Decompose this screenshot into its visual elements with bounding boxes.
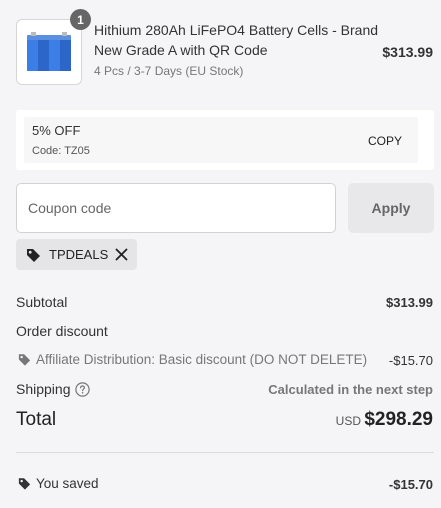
shipping-label: Shipping bbox=[16, 381, 71, 397]
product-price: $313.99 bbox=[382, 44, 433, 60]
discount-offer-inner: 5% OFF Code: TZ05 COPY bbox=[24, 117, 418, 163]
affiliate-discount-value: -$15.70 bbox=[388, 353, 433, 368]
copy-code-button[interactable]: COPY bbox=[368, 134, 402, 148]
battery-pack-image bbox=[27, 32, 71, 71]
you-saved-value: -$15.70 bbox=[388, 477, 433, 492]
total-value: $298.29 bbox=[364, 409, 433, 430]
applied-coupon-chip: TPDEALS bbox=[16, 239, 137, 270]
summary-divider bbox=[16, 452, 434, 453]
you-saved-label: You saved bbox=[36, 476, 99, 491]
product-thumbnail bbox=[16, 19, 82, 85]
tag-icon bbox=[27, 249, 40, 262]
order-discount-label: Order discount bbox=[16, 323, 108, 339]
product-title: Hithium 280Ah LiFePO4 Battery Cells - Br… bbox=[94, 22, 379, 58]
discount-title: 5% OFF bbox=[32, 123, 81, 138]
discount-code: Code: TZ05 bbox=[32, 145, 90, 157]
applied-coupon-label: TPDEALS bbox=[49, 247, 109, 262]
total-currency: USD bbox=[335, 414, 361, 428]
product-variant: 4 Pcs / 3-7 Days (EU Stock) bbox=[94, 64, 244, 78]
discount-offer-card: 5% OFF Code: TZ05 COPY bbox=[16, 110, 434, 170]
total-label: Total bbox=[16, 409, 57, 430]
discount-tag-icon bbox=[18, 354, 31, 366]
subtotal-label: Subtotal bbox=[16, 294, 68, 310]
saved-tag-icon bbox=[18, 478, 31, 490]
coupon-code-input[interactable] bbox=[16, 183, 336, 233]
close-icon[interactable] bbox=[115, 248, 128, 261]
help-icon[interactable] bbox=[75, 382, 90, 397]
subtotal-value: $313.99 bbox=[386, 295, 433, 310]
quantity-badge: 1 bbox=[70, 9, 91, 30]
apply-coupon-button[interactable]: Apply bbox=[348, 183, 434, 233]
shipping-value: Calculated in the next step bbox=[268, 382, 433, 397]
affiliate-discount-label: Affiliate Distribution: Basic discount (… bbox=[36, 352, 368, 367]
